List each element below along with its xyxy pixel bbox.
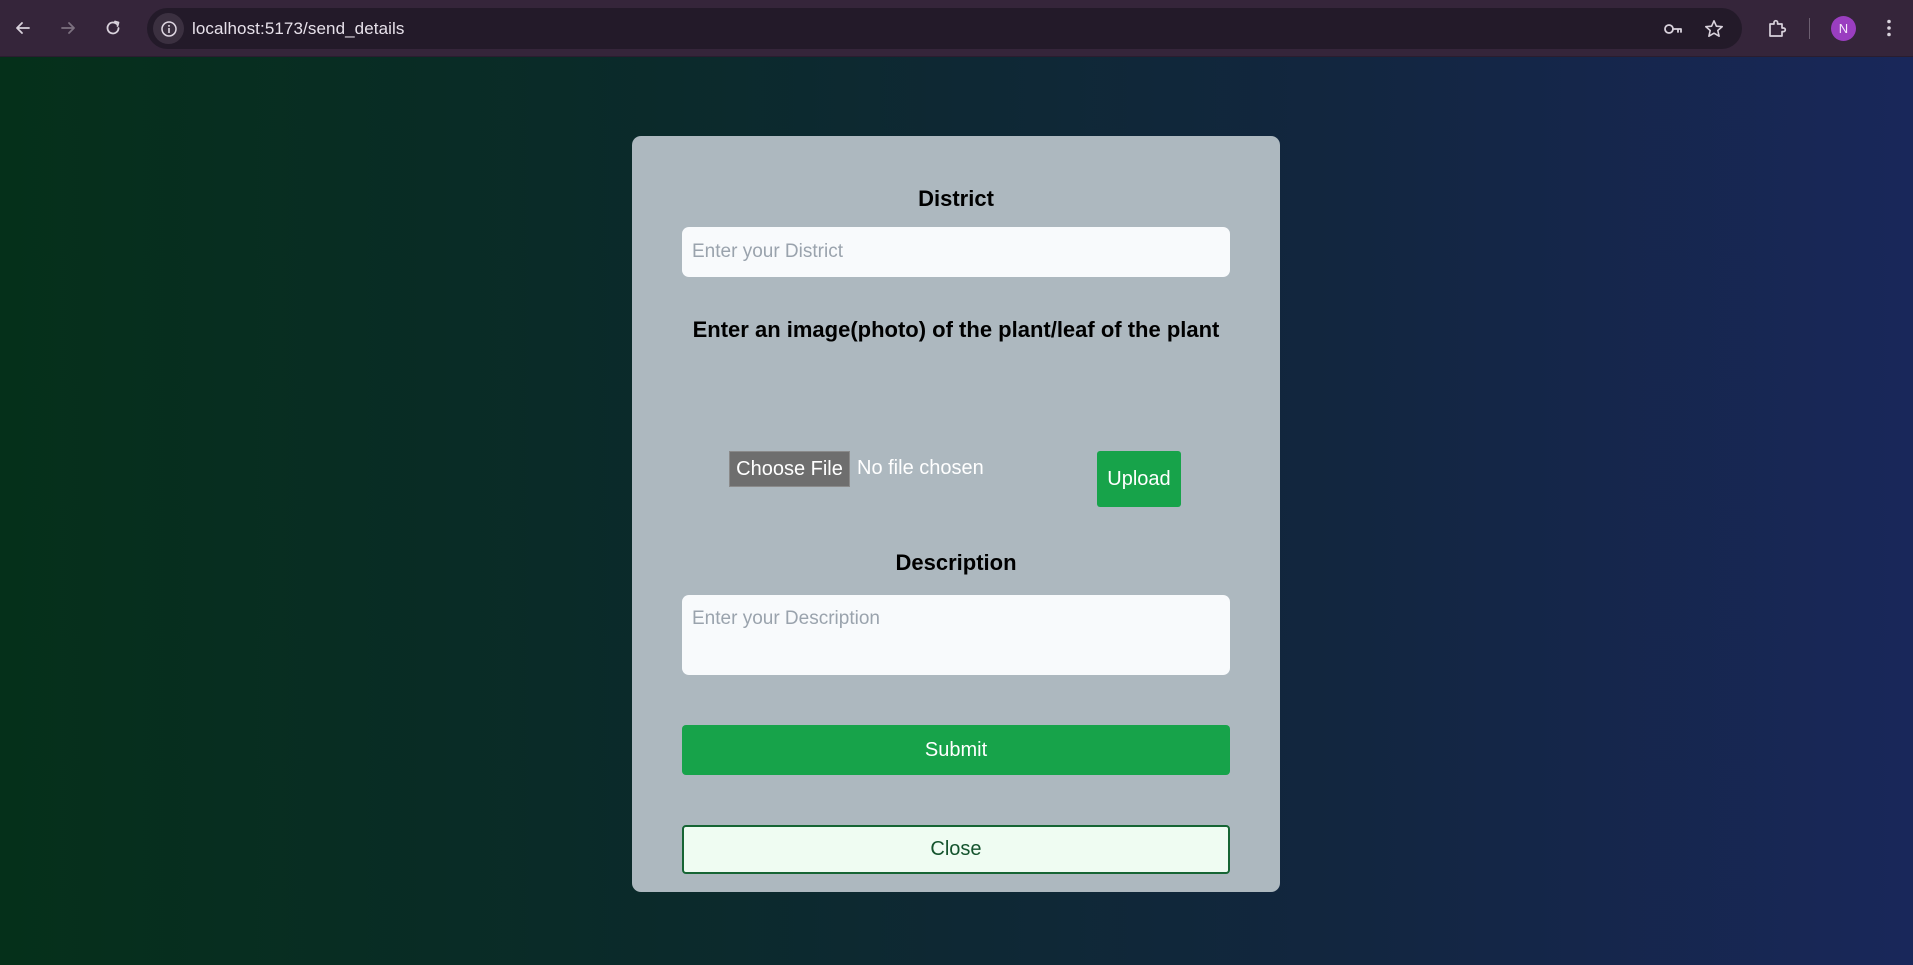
bookmark-button[interactable] xyxy=(1702,17,1726,41)
arrow-right-icon xyxy=(61,22,75,34)
description-textarea[interactable] xyxy=(682,595,1230,675)
description-label: Description xyxy=(895,550,1017,575)
close-button[interactable]: Close xyxy=(682,825,1230,874)
site-info-button[interactable] xyxy=(153,13,184,44)
extensions-button[interactable] xyxy=(1763,14,1791,42)
submit-button[interactable]: Submit xyxy=(682,725,1230,775)
address-bar[interactable]: localhost:5173/send_details xyxy=(147,8,1742,49)
no-file-chosen-text: No file chosen xyxy=(857,457,984,479)
info-icon xyxy=(160,20,177,37)
password-button[interactable] xyxy=(1661,17,1685,41)
back-button[interactable] xyxy=(9,14,37,42)
reload-icon xyxy=(106,20,120,35)
browser-menu-button[interactable] xyxy=(1875,14,1903,42)
choose-file-button[interactable]: Choose File xyxy=(729,451,850,487)
puzzle-icon xyxy=(1769,19,1787,37)
star-icon xyxy=(1705,20,1723,37)
url-text[interactable]: localhost:5173/send_details xyxy=(192,19,405,39)
upload-button[interactable]: Upload xyxy=(1097,451,1181,507)
key-icon xyxy=(1664,24,1682,34)
kebab-menu-icon xyxy=(1887,19,1891,37)
arrow-left-icon xyxy=(16,22,30,34)
page-background: District Enter an image(photo) of the pl… xyxy=(0,57,1913,965)
district-label: District xyxy=(918,186,994,211)
browser-toolbar: localhost:5173/send_details N xyxy=(0,0,1913,57)
reload-button[interactable] xyxy=(99,14,127,42)
details-form-card: District Enter an image(photo) of the pl… xyxy=(632,136,1280,892)
profile-avatar[interactable]: N xyxy=(1831,16,1856,41)
toolbar-divider xyxy=(1809,18,1810,39)
forward-button[interactable] xyxy=(54,14,82,42)
district-input[interactable] xyxy=(682,227,1230,277)
image-upload-label: Enter an image(photo) of the plant/leaf … xyxy=(692,317,1220,342)
